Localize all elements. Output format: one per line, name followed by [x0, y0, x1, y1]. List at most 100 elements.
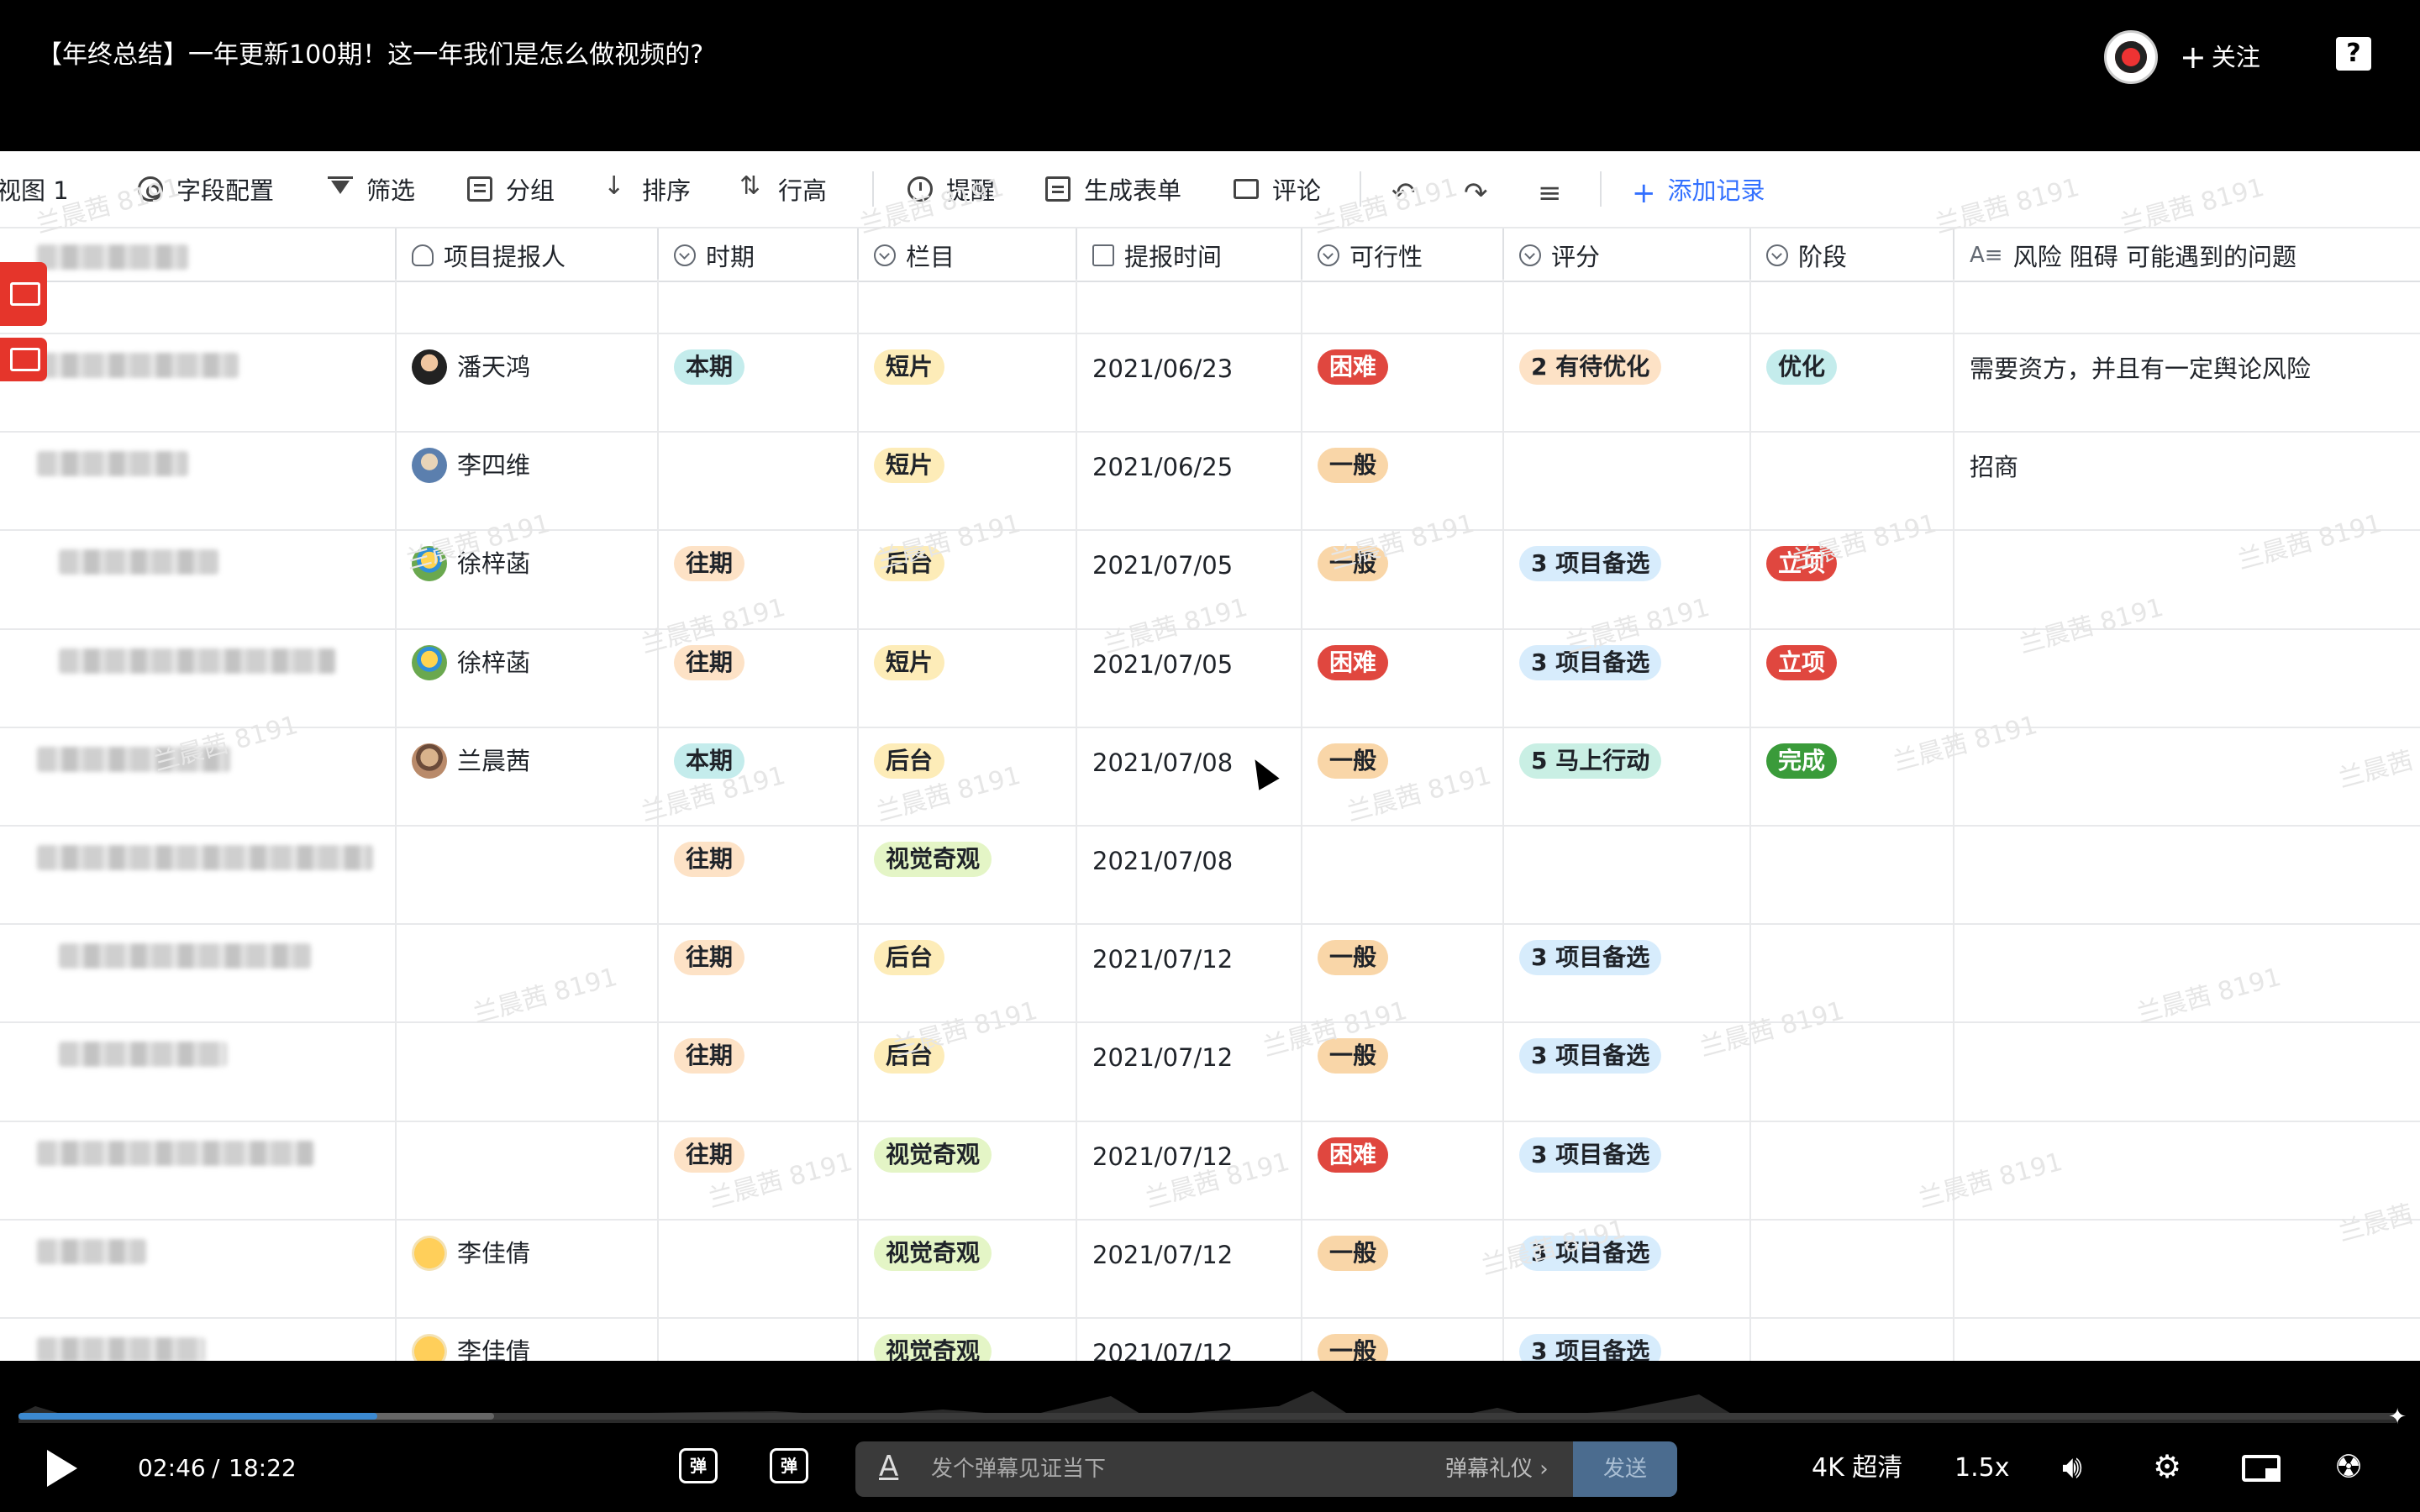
- table-cell[interactable]: [857, 279, 1076, 333]
- volume-icon[interactable]: 🔊︎: [2062, 1448, 2082, 1485]
- feasibility-cell[interactable]: 困难: [1301, 629, 1502, 727]
- risk-cell[interactable]: 招商: [1953, 433, 2420, 530]
- score-cell[interactable]: [1502, 433, 1749, 530]
- score-cell[interactable]: 3 项目备选: [1502, 1319, 1749, 1361]
- period-cell[interactable]: 本期: [657, 334, 857, 432]
- table-cell[interactable]: [1749, 279, 1953, 333]
- header-feasibility[interactable]: 可行性: [1301, 228, 1502, 282]
- header-score[interactable]: 评分: [1502, 228, 1749, 282]
- group-button[interactable]: 分组: [467, 168, 555, 210]
- table-cell[interactable]: [1301, 279, 1502, 333]
- header-stage[interactable]: 阶段: [1749, 228, 1953, 282]
- settings-icon[interactable]: ⚙: [2153, 1448, 2181, 1485]
- score-cell[interactable]: 3 项目备选: [1502, 1121, 1749, 1219]
- column-cell[interactable]: 视觉奇观: [857, 827, 1076, 924]
- redo-button[interactable]: ↷: [1464, 168, 1488, 210]
- picture-in-picture-icon[interactable]: [2242, 1455, 2281, 1482]
- date-cell[interactable]: 2021/06/23: [1076, 334, 1301, 432]
- title-cell[interactable]: [0, 1122, 395, 1219]
- score-cell[interactable]: 3 项目备选: [1502, 629, 1749, 727]
- score-cell[interactable]: 2 有待优化: [1502, 334, 1749, 432]
- proposer-cell[interactable]: 潘天鸿: [395, 334, 657, 432]
- table-cell[interactable]: [1502, 279, 1749, 333]
- risk-cell[interactable]: [1953, 1121, 2420, 1219]
- stage-cell[interactable]: [1749, 1023, 1953, 1121]
- header-report-time[interactable]: 提报时间: [1076, 228, 1301, 282]
- stage-cell[interactable]: 立项: [1749, 531, 1953, 628]
- header-title-cell[interactable]: [0, 228, 395, 282]
- risk-cell[interactable]: [1953, 827, 2420, 924]
- date-cell[interactable]: 2021/07/12: [1076, 1121, 1301, 1219]
- table-cell[interactable]: [657, 279, 857, 333]
- danmaku-toggle-icon[interactable]: 弹: [679, 1448, 718, 1483]
- feasibility-cell[interactable]: 一般: [1301, 1319, 1502, 1361]
- risk-cell[interactable]: [1953, 1023, 2420, 1121]
- header-risk[interactable]: A≡ 风险 阻碍 可能遇到的问题: [1953, 228, 2412, 282]
- column-cell[interactable]: 视觉奇观: [857, 1121, 1076, 1219]
- column-cell[interactable]: 短片: [857, 334, 1076, 432]
- period-cell[interactable]: 往期: [657, 925, 857, 1022]
- risk-cell[interactable]: [1953, 1220, 2420, 1317]
- title-cell[interactable]: [0, 728, 395, 825]
- playlist-icon[interactable]: [0, 338, 47, 381]
- risk-cell[interactable]: 需要资方，并且有一定舆论风险: [1953, 334, 2420, 432]
- period-cell[interactable]: 往期: [657, 531, 857, 628]
- table-row[interactable]: 往期 视觉奇观 2021/07/12 困难 3 项目备选: [0, 1121, 2420, 1221]
- score-cell[interactable]: 3 项目备选: [1502, 1023, 1749, 1121]
- progress-bar[interactable]: [18, 1413, 2396, 1420]
- stage-cell[interactable]: [1749, 1220, 1953, 1317]
- feasibility-cell[interactable]: 一般: [1301, 531, 1502, 628]
- danmaku-settings-icon[interactable]: 弹: [770, 1448, 808, 1483]
- proposer-cell[interactable]: 李四维: [395, 433, 657, 530]
- stage-cell[interactable]: 立项: [1749, 629, 1953, 727]
- period-cell[interactable]: 往期: [657, 629, 857, 727]
- score-cell[interactable]: 3 项目备选: [1502, 1220, 1749, 1317]
- proposer-cell[interactable]: [395, 925, 657, 1022]
- date-cell[interactable]: 2021/07/05: [1076, 531, 1301, 628]
- title-cell[interactable]: [0, 531, 395, 627]
- danmaku-etiquette-link[interactable]: 弹幕礼仪 ›: [1445, 1441, 1549, 1497]
- proposer-cell[interactable]: 徐梓菡: [395, 629, 657, 727]
- date-cell[interactable]: 2021/07/12: [1076, 925, 1301, 1022]
- table-row[interactable]: 徐梓菡 往期 后台 2021/07/05 一般 3 项目备选 立项: [0, 531, 2420, 630]
- period-cell[interactable]: 本期: [657, 727, 857, 825]
- date-cell[interactable]: 2021/07/05: [1076, 629, 1301, 727]
- title-cell[interactable]: [0, 630, 395, 727]
- send-button[interactable]: 发送: [1573, 1441, 1677, 1497]
- period-cell[interactable]: 往期: [657, 1023, 857, 1121]
- column-cell[interactable]: 视觉奇观: [857, 1220, 1076, 1317]
- proposer-cell[interactable]: [395, 1121, 657, 1219]
- stage-cell[interactable]: [1749, 925, 1953, 1022]
- generate-form-button[interactable]: 生成表单: [1045, 168, 1181, 210]
- stage-cell[interactable]: [1749, 433, 1953, 530]
- column-cell[interactable]: 后台: [857, 925, 1076, 1022]
- fullscreen-icon[interactable]: ☢: [2334, 1448, 2363, 1485]
- proposer-cell[interactable]: 李佳倩: [395, 1220, 657, 1317]
- feasibility-cell[interactable]: 一般: [1301, 1023, 1502, 1121]
- risk-cell[interactable]: [1953, 531, 2420, 628]
- comment-button[interactable]: 评论: [1234, 168, 1321, 210]
- risk-cell[interactable]: [1953, 925, 2420, 1022]
- column-cell[interactable]: 后台: [857, 1023, 1076, 1121]
- feasibility-cell[interactable]: 一般: [1301, 433, 1502, 530]
- proposer-cell[interactable]: 李佳倩: [395, 1319, 657, 1361]
- quality-selector[interactable]: 4K 超清: [1812, 1450, 1902, 1487]
- pin-icon[interactable]: ✦: [2388, 1404, 2407, 1430]
- table-cell[interactable]: [1076, 279, 1301, 333]
- risk-cell[interactable]: [1953, 1319, 2420, 1361]
- feasibility-cell[interactable]: 一般: [1301, 727, 1502, 825]
- sort-button[interactable]: 排序: [603, 168, 691, 210]
- stage-cell[interactable]: 优化: [1749, 334, 1953, 432]
- feasibility-cell[interactable]: 困难: [1301, 334, 1502, 432]
- header-column[interactable]: 栏目: [857, 228, 1076, 282]
- score-cell[interactable]: 3 项目备选: [1502, 925, 1749, 1022]
- add-record-button[interactable]: + 添加记录: [1632, 168, 1765, 210]
- column-cell[interactable]: 后台: [857, 727, 1076, 825]
- video-list-icon[interactable]: [0, 262, 47, 326]
- title-cell[interactable]: [0, 1221, 395, 1317]
- feasibility-cell[interactable]: 一般: [1301, 1220, 1502, 1317]
- table-row[interactable]: 往期 后台 2021/07/12 一般 3 项目备选: [0, 925, 2420, 1024]
- feasibility-cell[interactable]: [1301, 827, 1502, 924]
- period-cell[interactable]: 往期: [657, 1121, 857, 1219]
- score-cell[interactable]: 5 马上行动: [1502, 727, 1749, 825]
